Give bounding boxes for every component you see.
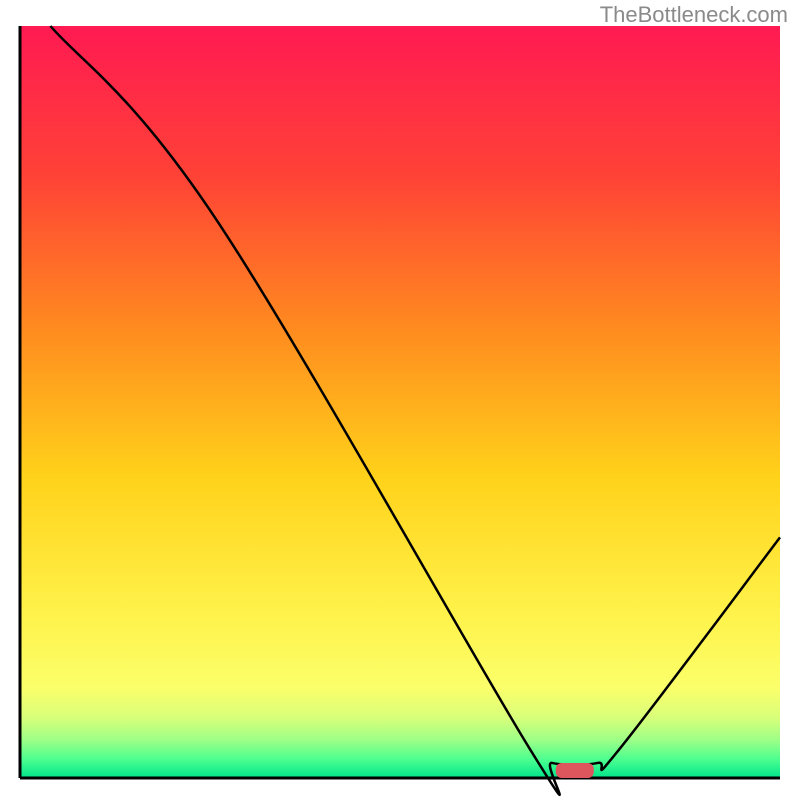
watermark-text: TheBottleneck.com bbox=[600, 2, 788, 28]
plot-background bbox=[20, 26, 780, 778]
bottleneck-chart bbox=[0, 0, 800, 800]
optimum-marker bbox=[556, 763, 594, 778]
chart-container: TheBottleneck.com bbox=[0, 0, 800, 800]
